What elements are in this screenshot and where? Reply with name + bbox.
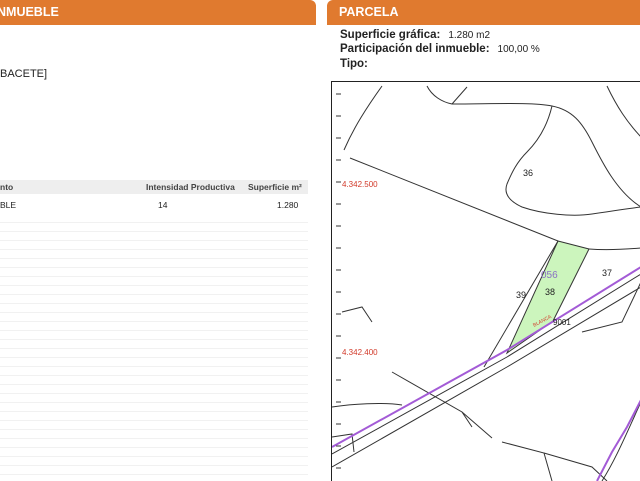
column-header-intensity: Intensidad Productiva [146,182,235,192]
highlight-code-label: 056 [541,270,558,281]
table-row: BLE 14 1.280 [0,198,308,212]
type-info: Tipo: [340,58,376,70]
parcela-header-title: PARCELA [339,5,399,19]
surface-value: 1.280 m2 [448,30,491,41]
parcel-label-36: 36 [523,168,533,178]
map-canvas: 4.342.500 4.342.400 36 37 38 39 056 9001… [332,85,640,481]
parcela-header: PARCELA [327,0,640,25]
column-header-surface: Superficie m² [248,182,302,192]
surface-info: Superficie gráfica: 1.280 m2 [340,29,490,41]
participation-info: Participación del inmueble: 100,00 % [340,43,540,55]
parcel-label-38: 38 [545,287,555,297]
type-label: Tipo: [340,58,368,70]
table-empty-rows [0,214,308,480]
inmueble-header-title: NMUEBLE [0,5,59,19]
inmueble-header: NMUEBLE [0,0,316,25]
row-use: BLE [0,200,17,210]
parcel-label-37: 37 [602,268,612,278]
column-header-use: nto [0,182,14,192]
address-fragment: BACETE] [0,68,48,80]
coord-label-north: 4.342.500 [342,180,378,189]
row-intensity: 14 [158,200,168,210]
coord-label-south: 4.342.400 [342,348,378,357]
row-surface: 1.280 [277,200,299,210]
map-ticks [336,93,341,469]
table-header: nto Intensidad Productiva Superficie m² [0,180,308,194]
surface-label: Superficie gráfica: [340,29,441,41]
cadastral-map[interactable]: 4.342.500 4.342.400 36 37 38 39 056 9001… [331,81,640,481]
parcel-label-39: 39 [516,290,526,300]
participation-value: 100,00 % [497,44,540,55]
road-9001 [332,266,640,481]
road-code-label: 9001 [553,318,571,327]
participation-label: Participación del inmueble: [340,43,490,55]
